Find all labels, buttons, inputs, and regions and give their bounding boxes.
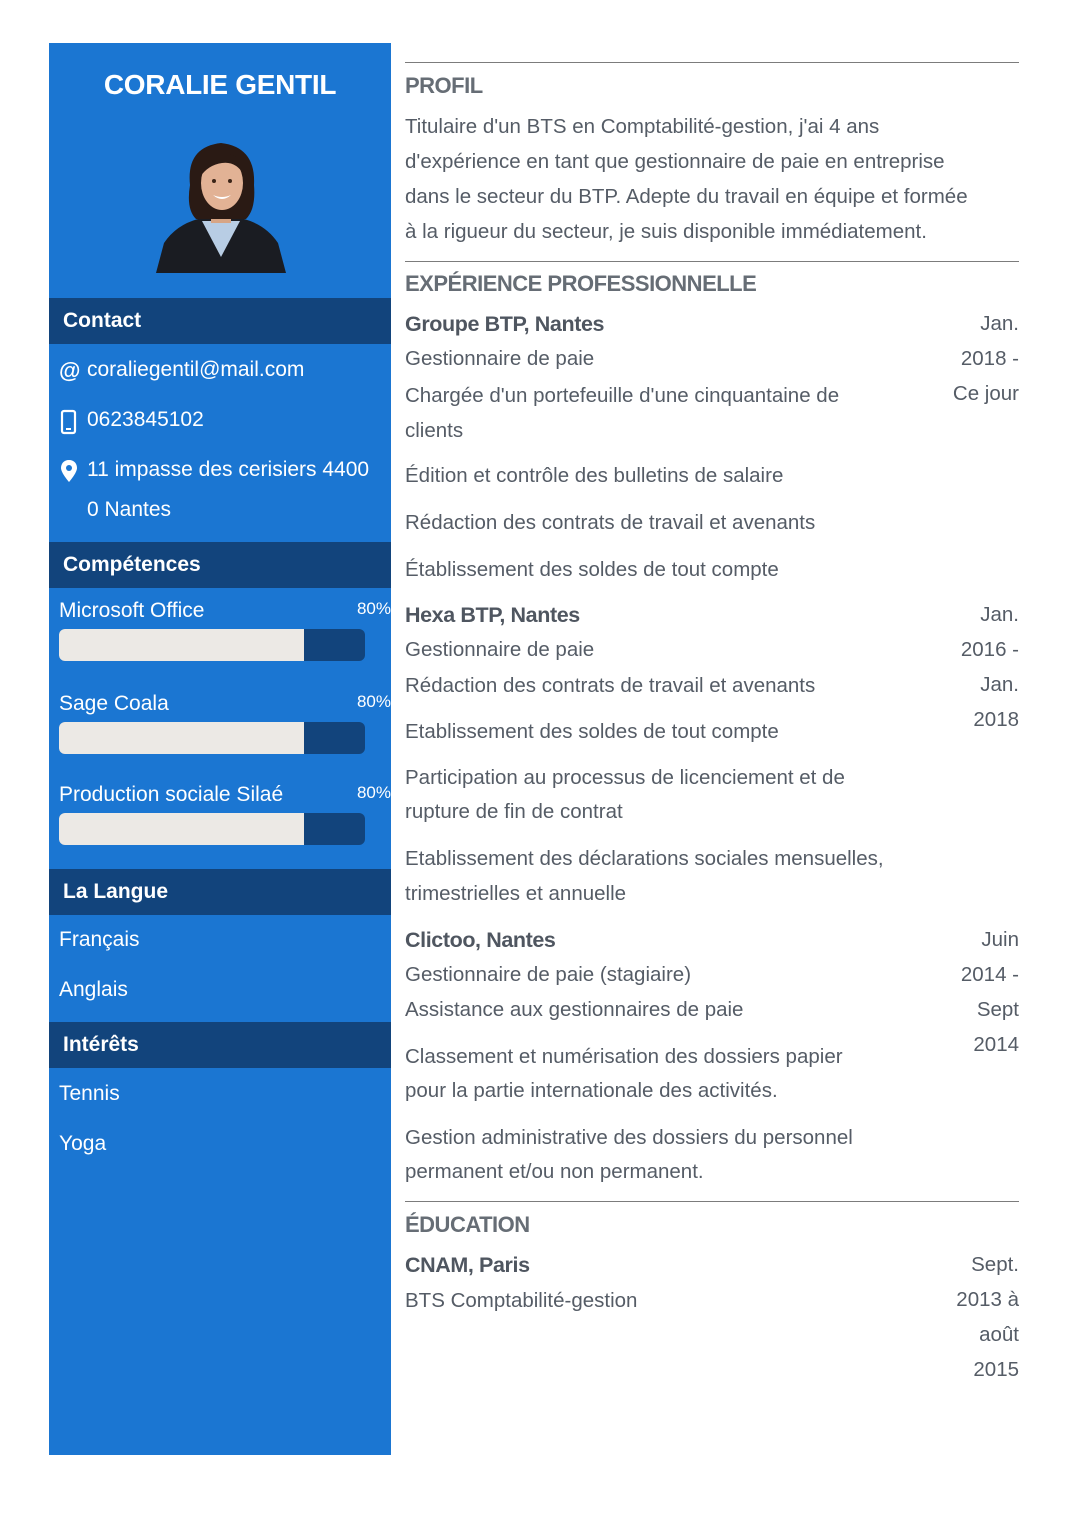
job-line: Établissement des soldes de tout compte — [405, 558, 779, 581]
job-dates: Juin 2014 - Sept 2014 — [929, 922, 1019, 1062]
education-date-line: août — [979, 1323, 1019, 1346]
job-line: clients — [405, 419, 464, 442]
at-icon: @ — [59, 358, 81, 383]
job-date-line: Ce jour — [952, 382, 1019, 405]
skill-name: Microsoft Office — [59, 599, 205, 622]
job-line: Rédaction des contrats de travail et ave… — [405, 674, 816, 697]
job-date-line: 2014 — [973, 1033, 1019, 1056]
skill-percent: 80% — [356, 783, 391, 802]
job-date-line: Sept — [976, 998, 1019, 1021]
profile-text: Titulaire d'un BTS en Comptabilité-gesti… — [405, 109, 1019, 249]
skill-item: Sage Coala 80% — [59, 684, 391, 758]
phone-icon — [59, 400, 79, 440]
job-line: Rédaction des contrats de travail et ave… — [405, 511, 816, 534]
profile-line: à la rigueur du secteur, je suis disponi… — [405, 220, 927, 243]
job-line: trimestrielles et annuelle — [405, 882, 627, 905]
skill-bar-fill — [59, 813, 304, 845]
job-line: rupture de fin de contrat — [405, 800, 623, 823]
job-line: pour la partie internationale des activi… — [405, 1079, 778, 1102]
contact-section-title: Contact — [49, 298, 391, 344]
education-degree: BTS Comptabilité-gestion — [405, 1289, 638, 1312]
education-date-line: 2015 — [973, 1358, 1019, 1381]
job-date-line: 2018 - — [960, 347, 1019, 370]
education-date-line: Sept. — [971, 1253, 1019, 1276]
interest-item: Tennis — [59, 1082, 120, 1105]
address-line-2: 0 Nantes — [87, 498, 172, 521]
job-line: Gestionnaire de paie (stagiaire) — [405, 963, 692, 986]
job-company: Hexa BTP, Nantes — [405, 603, 580, 627]
language-item: Anglais — [59, 978, 128, 1001]
sidebar: CORALIE GENTIL Contact @ coraliegentil@m… — [49, 43, 391, 1455]
job-line: Participation au processus de licencieme… — [405, 766, 845, 789]
job-dates: Jan. 2018 - Ce jour — [929, 306, 1019, 411]
profile-line: dans le secteur du BTP. Adepte du travai… — [405, 185, 968, 208]
profile-line: d'expérience en tant que gestionnaire de… — [405, 150, 945, 173]
section-divider — [405, 261, 1019, 262]
skill-item: Microsoft Office 80% — [59, 591, 391, 665]
job-date-line: 2014 - — [960, 963, 1019, 986]
job-line: Etablissement des soldes de tout compte — [405, 720, 779, 743]
education-section-title: ÉDUCATION — [405, 1212, 530, 1237]
education-school: CNAM, Paris — [405, 1253, 530, 1277]
job-line: Chargée d'un portefeuille d'une cinquant… — [405, 384, 840, 407]
job-date-line: Jan. — [980, 673, 1019, 696]
job-line: permanent et/ou non permanent. — [405, 1160, 704, 1183]
email-text: coraliegentil@mail.com — [87, 358, 305, 381]
job-line: Etablissement des déclarations sociales … — [405, 847, 884, 870]
contact-phone: 0623845102 — [59, 400, 389, 440]
education-date-line: 2013 à — [956, 1288, 1019, 1311]
skill-item: Production sociale Silaé 80% — [59, 775, 391, 849]
job-date-line: 2016 - — [960, 638, 1019, 661]
skill-bar-fill — [59, 722, 304, 754]
skill-bar-fill — [59, 629, 304, 661]
contact-email: @ coraliegentil@mail.com — [59, 350, 389, 390]
section-divider — [405, 1201, 1019, 1202]
candidate-name: CORALIE GENTIL — [103, 69, 337, 100]
languages-section-title: La Langue — [49, 869, 391, 915]
skill-name: Production sociale Silaé — [59, 783, 284, 806]
job-date-line: Jan. — [980, 312, 1019, 335]
skill-name: Sage Coala — [59, 692, 169, 715]
profile-line: Titulaire d'un BTS en Comptabilité-gesti… — [405, 115, 880, 138]
skill-bar — [59, 813, 365, 845]
interests-section-title: Intérêts — [49, 1022, 391, 1068]
job-line: Gestionnaire de paie — [405, 347, 595, 370]
profile-section-title: PROFIL — [405, 73, 483, 98]
job-line: Classement et numérisation des dossiers … — [405, 1045, 843, 1068]
map-pin-icon — [59, 450, 79, 490]
job-date-line: 2018 — [973, 708, 1019, 731]
phone-text: 0623845102 — [87, 408, 204, 431]
skill-percent: 80% — [356, 599, 391, 618]
education-dates: Sept. 2013 à août 2015 — [929, 1247, 1019, 1387]
section-divider — [405, 62, 1019, 63]
address-line-1: 11 impasse des cerisiers 4400 — [87, 458, 370, 481]
profile-photo — [156, 139, 286, 273]
job-date-line: Juin — [981, 928, 1019, 951]
job-dates: Jan. 2016 - Jan. 2018 — [929, 597, 1019, 737]
contact-address: 11 impasse des cerisiers 4400 0 Nantes — [59, 450, 389, 530]
interest-item: Yoga — [59, 1132, 107, 1155]
job-date-line: Jan. — [980, 603, 1019, 626]
skills-section-title: Compétences — [49, 542, 391, 588]
job-line: Assistance aux gestionnaires de paie — [405, 998, 744, 1021]
job-line: Gestion administrative des dossiers du p… — [405, 1126, 853, 1149]
experience-section-title: EXPÉRIENCE PROFESSIONNELLE — [405, 271, 757, 296]
job-line: Édition et contrôle des bulletins de sal… — [405, 464, 784, 487]
language-item: Français — [59, 928, 140, 951]
job-company: Groupe BTP, Nantes — [405, 312, 605, 336]
skill-bar — [59, 722, 365, 754]
job-line: Gestionnaire de paie — [405, 638, 595, 661]
skill-bar — [59, 629, 365, 661]
skill-percent: 80% — [356, 692, 391, 711]
job-company: Clictoo, Nantes — [405, 928, 556, 952]
